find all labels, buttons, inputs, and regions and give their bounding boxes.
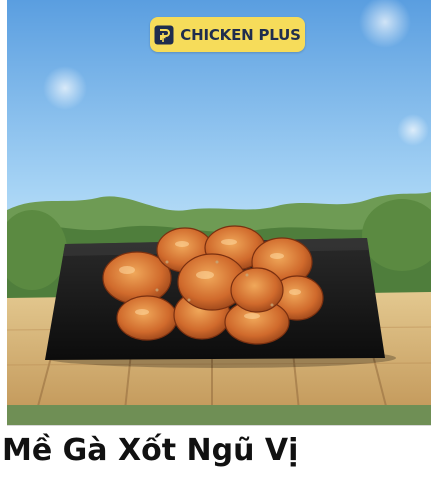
product-image-frame[interactable]: CHICKEN PLUS <box>7 0 431 426</box>
product-card[interactable]: CHICKEN PLUS Mề Gà Xốt Ngũ Vị <box>0 0 431 480</box>
product-image <box>7 0 431 425</box>
brand-badge: CHICKEN PLUS <box>150 17 305 52</box>
chicken-plus-logo-icon <box>154 25 174 44</box>
brand-name: CHICKEN PLUS <box>180 25 301 44</box>
product-title: Mề Gà Xốt Ngũ Vị <box>2 433 299 468</box>
